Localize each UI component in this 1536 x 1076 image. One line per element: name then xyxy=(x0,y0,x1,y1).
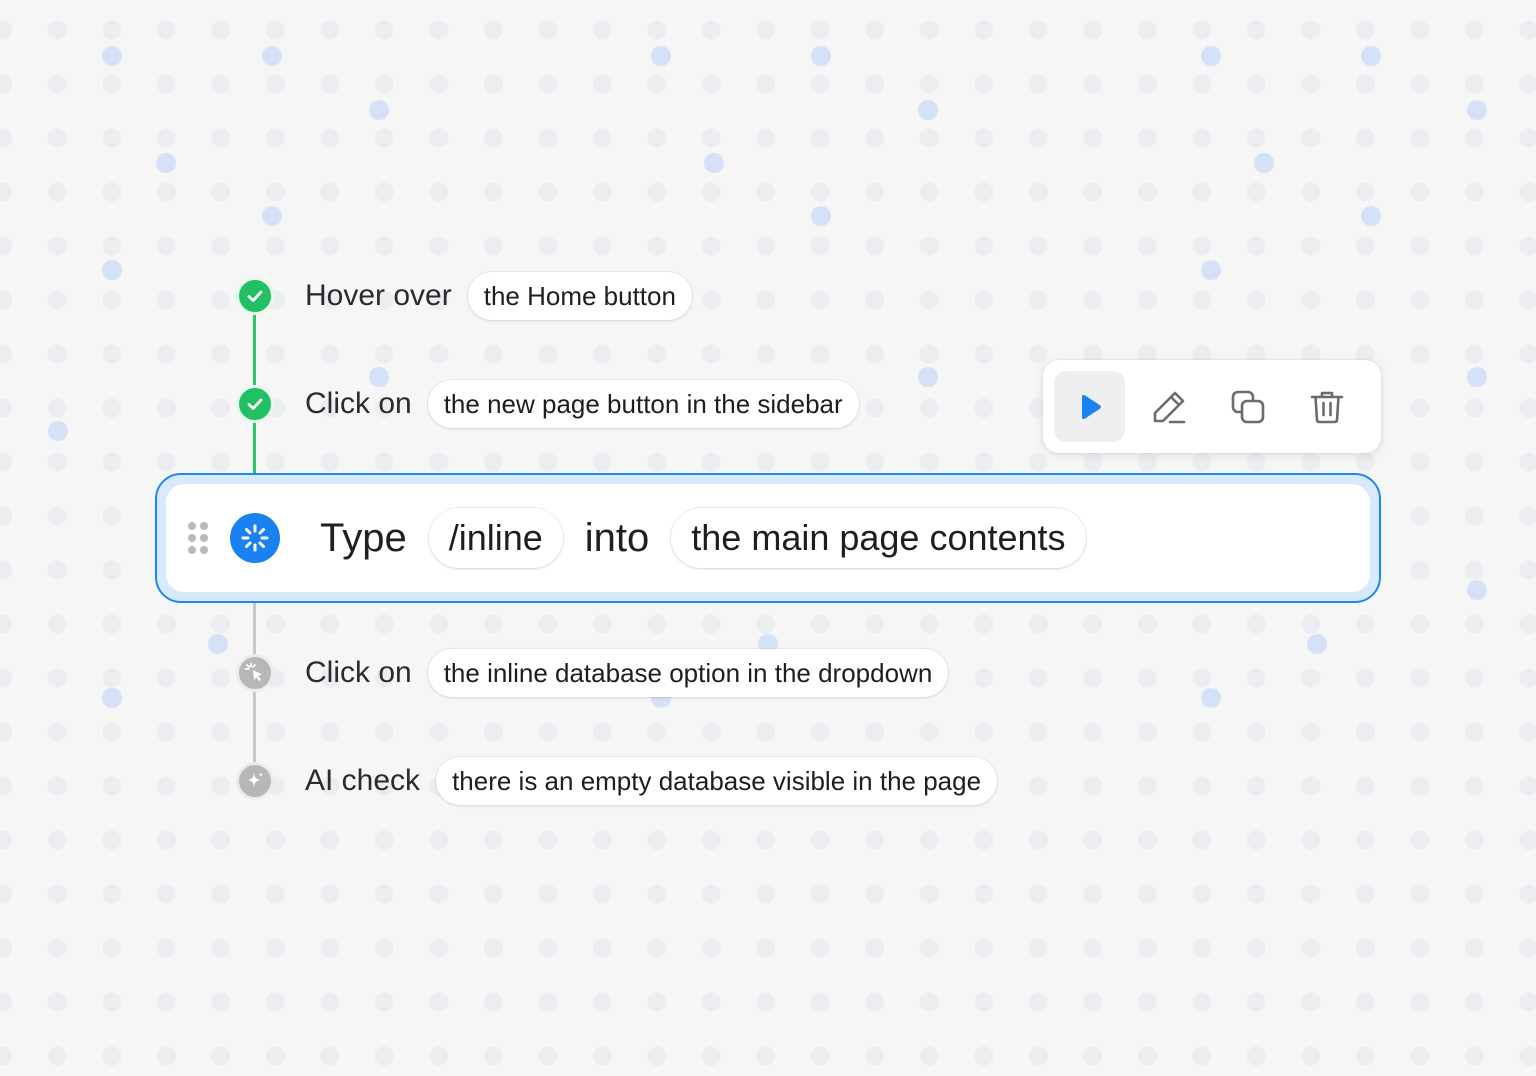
step-action-label: Click on xyxy=(305,656,412,689)
step-status-running-icon xyxy=(230,513,280,563)
background-dot xyxy=(102,688,122,708)
background-dot xyxy=(102,46,122,66)
step-value-pill[interactable]: /inline xyxy=(428,508,563,568)
check-icon xyxy=(247,398,263,410)
background-dot xyxy=(1467,367,1487,387)
background-dot xyxy=(48,421,68,441)
background-dot xyxy=(1201,46,1221,66)
background-dot xyxy=(1467,100,1487,120)
background-dot xyxy=(704,153,724,173)
background-dot xyxy=(811,206,831,226)
check-icon xyxy=(247,290,263,302)
play-icon xyxy=(1081,394,1101,419)
step-target-pill[interactable]: the inline database option in the dropdo… xyxy=(427,649,949,697)
test-steps-canvas: Hover over the Home button Click on the … xyxy=(0,0,1536,1076)
step-action-label: AI check xyxy=(305,764,421,797)
background-dot xyxy=(1254,153,1274,173)
step-action-label: Type xyxy=(320,515,407,560)
step-action-label: Hover over xyxy=(305,279,452,312)
step-status-done-icon xyxy=(236,277,274,315)
step-status-pending-icon xyxy=(236,762,274,800)
timeline-connector-pending xyxy=(253,603,256,659)
step-target-pill[interactable]: the Home button xyxy=(467,272,692,320)
step-target-pill[interactable]: the main page contents xyxy=(671,508,1086,568)
background-dot xyxy=(102,260,122,280)
step-connector-label: into xyxy=(584,515,650,560)
step-target-pill[interactable]: there is an empty database visible in th… xyxy=(436,757,998,805)
background-dot xyxy=(811,46,831,66)
step-row[interactable]: Click on the new page button in the side… xyxy=(305,378,859,430)
step-target-pill[interactable]: the new page button in the sidebar xyxy=(427,380,859,428)
background-dot xyxy=(918,100,938,120)
background-dot xyxy=(1361,46,1381,66)
timeline-connector-done xyxy=(253,420,256,474)
background-dot xyxy=(208,634,228,654)
duplicate-button[interactable] xyxy=(1212,371,1283,442)
background-dot xyxy=(262,206,282,226)
trash-icon xyxy=(1310,391,1343,423)
background-dot xyxy=(918,367,938,387)
play-button[interactable] xyxy=(1054,371,1125,442)
background-dot xyxy=(1361,206,1381,226)
step-status-done-icon xyxy=(236,385,274,423)
timeline-connector-done xyxy=(253,312,256,390)
drag-handle-icon[interactable] xyxy=(188,522,208,554)
background-dot xyxy=(369,100,389,120)
step-row[interactable]: AI check there is an empty database visi… xyxy=(305,755,998,807)
cursor-click-icon xyxy=(244,662,262,682)
pencil-icon xyxy=(1153,391,1185,423)
background-dot xyxy=(651,46,671,66)
spinner-icon xyxy=(241,524,269,552)
timeline-connector-pending xyxy=(253,690,256,766)
active-step-content: Type /inline into the main page contents xyxy=(166,484,1370,592)
background-dot xyxy=(1467,580,1487,600)
sparkle-icon xyxy=(247,772,264,787)
edit-button[interactable] xyxy=(1133,371,1204,442)
step-row[interactable]: Click on the inline database option in t… xyxy=(305,647,949,699)
background-dot xyxy=(156,153,176,173)
step-row[interactable]: Hover over the Home button xyxy=(305,270,692,322)
step-action-label: Click on xyxy=(305,387,412,420)
background-dot xyxy=(1201,260,1221,280)
step-toolbar xyxy=(1043,360,1381,453)
active-step-card[interactable]: Type /inline into the main page contents xyxy=(155,473,1381,603)
copy-icon xyxy=(1231,390,1264,423)
background-dot xyxy=(1307,634,1327,654)
background-dot xyxy=(1201,688,1221,708)
background-dot xyxy=(262,46,282,66)
step-status-pending-icon xyxy=(236,654,274,692)
delete-button[interactable] xyxy=(1291,371,1362,442)
